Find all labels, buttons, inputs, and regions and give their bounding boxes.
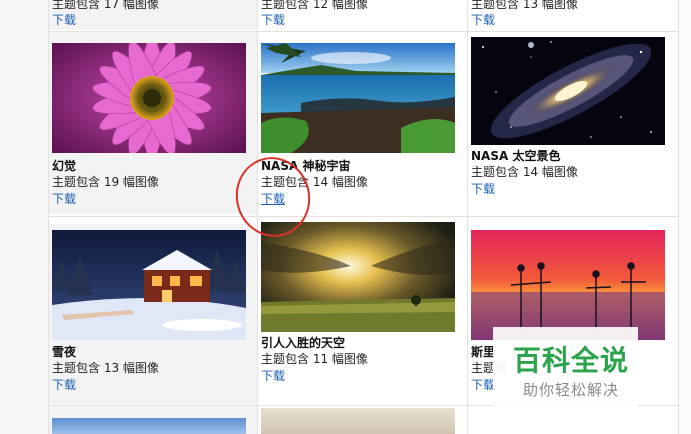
theme-thumbnail-fishermen[interactable] [471, 230, 665, 340]
watermark-subtitle: 助你轻松解决 [523, 381, 620, 399]
watermark: 百科全说 助你轻松解决 [493, 327, 638, 407]
coast-image [261, 43, 455, 153]
sunburst-sky-image [261, 222, 455, 332]
grid-divider [467, 0, 468, 434]
stilt-fishermen-image [471, 230, 665, 340]
download-link[interactable]: 下载 [52, 376, 76, 393]
snow-cabin-image [52, 230, 246, 340]
theme-title: NASA 太空景色 [471, 149, 561, 163]
theme-thumbnail-galaxy[interactable] [471, 37, 665, 145]
theme-count: 主题包含 14 幅图像 [471, 165, 578, 179]
download-link[interactable]: 下载 [52, 190, 76, 207]
theme-title: 雪夜 [52, 345, 77, 359]
grid-divider [48, 0, 49, 434]
galaxy-image [471, 37, 665, 145]
theme-thumbnail-partial[interactable] [261, 408, 455, 434]
theme-title: 引人入胜的天空 [261, 336, 346, 350]
grid-divider [48, 216, 678, 217]
download-link[interactable]: 下载 [261, 367, 285, 384]
theme-thumbnail-partial[interactable] [52, 418, 246, 434]
right-margin [678, 0, 691, 434]
grid-divider [678, 0, 679, 434]
download-link[interactable]: 下载 [471, 180, 495, 197]
grid-divider [48, 31, 678, 32]
theme-thumbnail-coast[interactable] [261, 43, 455, 153]
download-link[interactable]: 下载 [261, 11, 285, 28]
watermark-title: 百科全说 [513, 344, 630, 377]
theme-title: 幻觉 [52, 159, 77, 173]
left-margin [0, 0, 48, 434]
theme-thumbnail-sky[interactable] [261, 222, 455, 332]
download-link[interactable]: 下载 [52, 11, 76, 28]
theme-count: 主题包含 19 幅图像 [52, 175, 159, 189]
download-link[interactable]: 下载 [471, 376, 495, 393]
flower-image [52, 43, 246, 153]
theme-thumbnail-flower[interactable] [52, 43, 246, 153]
theme-title: 斯里 [471, 345, 496, 359]
theme-thumbnail-snow-night[interactable] [52, 230, 246, 340]
theme-count: 主题包含 11 幅图像 [261, 352, 368, 366]
download-link[interactable]: 下载 [471, 11, 495, 28]
theme-count: 主题包含 13 幅图像 [52, 361, 159, 375]
